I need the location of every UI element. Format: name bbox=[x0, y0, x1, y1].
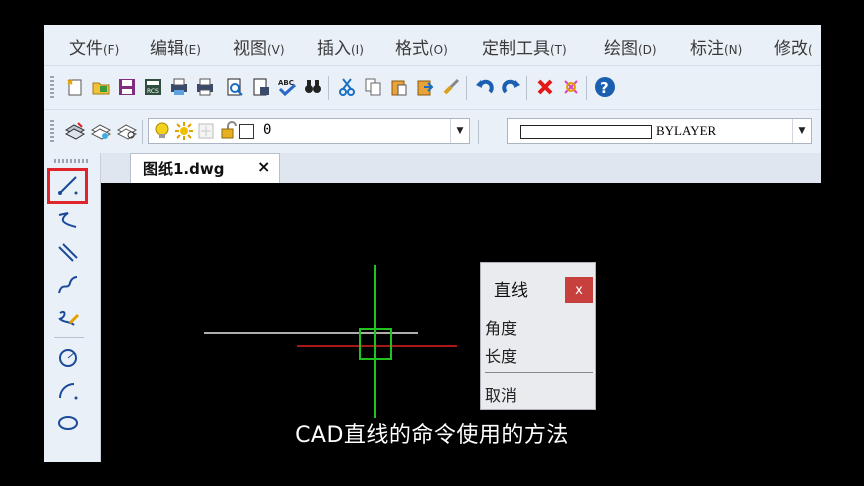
menu-tools-label: 定制工具 bbox=[482, 39, 550, 59]
layer-manager-icon[interactable] bbox=[64, 120, 86, 142]
paste-icon[interactable] bbox=[388, 76, 410, 98]
linetype-name: BYLAYER bbox=[656, 123, 717, 138]
layer-state-icon[interactable] bbox=[90, 120, 112, 142]
menu-dimension[interactable]: 标注(N) bbox=[690, 34, 742, 59]
document-tabs: 图纸1.dwg × bbox=[100, 153, 821, 184]
menu-tools-key: (T) bbox=[550, 43, 567, 57]
toolbar-grip[interactable] bbox=[50, 76, 54, 100]
print-icon[interactable] bbox=[194, 76, 216, 98]
chevron-down-icon[interactable]: ▼ bbox=[450, 119, 469, 143]
freehand-icon[interactable] bbox=[54, 304, 82, 330]
video-caption: CAD直线的命令使用的方法 bbox=[295, 423, 569, 448]
menu-dimension-label: 标注 bbox=[690, 39, 724, 59]
popup-item-cancel[interactable]: 取消 bbox=[485, 382, 517, 406]
menu-draw-key: (D) bbox=[638, 43, 657, 57]
menu-draw[interactable]: 绘图(D) bbox=[604, 34, 657, 59]
linetype-dropdown[interactable]: BYLAYER ▼ bbox=[507, 118, 812, 144]
toolbar-separator bbox=[478, 120, 479, 144]
menu-insert[interactable]: 插入(I) bbox=[317, 34, 364, 59]
recover-icon[interactable]: RCS bbox=[142, 76, 164, 98]
layer-previous-icon[interactable] bbox=[116, 120, 138, 142]
menu-format-key: (O) bbox=[429, 43, 448, 57]
unlock-icon[interactable] bbox=[219, 121, 237, 143]
spellcheck-icon[interactable]: ABC bbox=[276, 76, 298, 98]
menu-tools[interactable]: 定制工具(T) bbox=[482, 34, 567, 59]
match-icon[interactable] bbox=[414, 76, 436, 98]
svg-text:?: ? bbox=[600, 79, 609, 97]
double-line-icon[interactable] bbox=[54, 240, 82, 266]
toolbar-separator bbox=[526, 76, 527, 100]
spline-icon[interactable] bbox=[54, 272, 82, 298]
toolbar-separator bbox=[328, 76, 329, 100]
layer-name: 0 bbox=[263, 122, 272, 138]
menu-insert-label: 插入 bbox=[317, 39, 351, 59]
erase-icon[interactable] bbox=[560, 76, 582, 98]
menu-edit[interactable]: 编辑(E) bbox=[150, 34, 201, 59]
layer-dropdown[interactable]: 0 ▼ bbox=[148, 118, 470, 144]
copy-icon[interactable] bbox=[362, 76, 384, 98]
new-icon[interactable] bbox=[64, 76, 86, 98]
popup-separator bbox=[485, 372, 593, 373]
lightbulb-icon[interactable] bbox=[153, 122, 171, 144]
layer-color-swatch bbox=[239, 124, 254, 139]
cut-icon[interactable] bbox=[336, 76, 358, 98]
standard-toolbar: RCS ABC ? bbox=[44, 65, 821, 110]
layers-toolbar: 0 ▼ BYLAYER ▼ bbox=[44, 109, 821, 154]
arc-icon[interactable] bbox=[54, 377, 82, 403]
close-icon[interactable]: × bbox=[257, 157, 270, 176]
cad-window: 文件(F) 编辑(E) 视图(V) 插入(I) 格式(O) 定制工具(T) 绘图… bbox=[44, 25, 821, 462]
toolbar-grip[interactable] bbox=[54, 159, 88, 163]
tab-label: 图纸1.dwg bbox=[143, 160, 225, 178]
toolbar-grip[interactable] bbox=[50, 120, 54, 144]
menu-edit-label: 编辑 bbox=[150, 39, 184, 59]
menu-view-label: 视图 bbox=[233, 39, 267, 59]
polyline-icon[interactable] bbox=[54, 208, 82, 234]
open-icon[interactable] bbox=[90, 76, 112, 98]
svg-text:ABC: ABC bbox=[278, 79, 294, 87]
menu-modify[interactable]: 修改( bbox=[774, 34, 813, 59]
menu-file-key: (F) bbox=[103, 43, 120, 57]
toolbar-separator bbox=[54, 337, 84, 338]
menu-modify-label: 修改 bbox=[774, 39, 808, 59]
publish-icon[interactable] bbox=[250, 76, 272, 98]
redo-icon[interactable] bbox=[500, 76, 522, 98]
menu-bar: 文件(F) 编辑(E) 视图(V) 插入(I) 格式(O) 定制工具(T) 绘图… bbox=[44, 25, 821, 65]
menu-view-key: (V) bbox=[267, 43, 285, 57]
preview-icon[interactable] bbox=[224, 76, 246, 98]
close-icon[interactable]: x bbox=[565, 277, 593, 303]
menu-format-label: 格式 bbox=[395, 39, 429, 59]
plot-icon[interactable] bbox=[168, 76, 190, 98]
menu-file[interactable]: 文件(F) bbox=[69, 34, 119, 59]
chevron-down-icon[interactable]: ▼ bbox=[792, 119, 811, 143]
menu-modify-key: ( bbox=[808, 43, 813, 57]
linetype-preview bbox=[520, 125, 652, 139]
menu-file-label: 文件 bbox=[69, 39, 103, 59]
find-icon[interactable] bbox=[302, 76, 324, 98]
sun-icon[interactable] bbox=[175, 122, 193, 144]
freeze-viewport-icon[interactable] bbox=[197, 122, 215, 144]
menu-format[interactable]: 格式(O) bbox=[395, 34, 448, 59]
toolbar-separator bbox=[466, 76, 467, 100]
toolbar-separator bbox=[142, 120, 143, 144]
menu-edit-key: (E) bbox=[184, 43, 201, 57]
menu-dimension-key: (N) bbox=[724, 43, 743, 57]
tab-drawing1[interactable]: 图纸1.dwg × bbox=[130, 153, 280, 183]
draw-toolbar bbox=[44, 153, 101, 462]
undo-icon[interactable] bbox=[474, 76, 496, 98]
menu-insert-key: (I) bbox=[351, 43, 364, 57]
help-icon[interactable]: ? bbox=[594, 76, 616, 98]
circle-icon[interactable] bbox=[54, 345, 82, 371]
popup-item-length[interactable]: 长度 bbox=[485, 343, 517, 367]
popup-title: 直线 bbox=[494, 281, 528, 301]
save-icon[interactable] bbox=[116, 76, 138, 98]
popup-item-angle[interactable]: 角度 bbox=[485, 315, 517, 339]
menu-draw-label: 绘图 bbox=[604, 39, 638, 59]
menu-view[interactable]: 视图(V) bbox=[233, 34, 285, 59]
line-command-popup: 直线 x 角度 长度 取消 bbox=[480, 262, 596, 410]
svg-text:RCS: RCS bbox=[147, 88, 159, 95]
brush-icon[interactable] bbox=[440, 76, 462, 98]
toolbar-separator bbox=[586, 76, 587, 100]
delete-icon[interactable] bbox=[534, 76, 556, 98]
line-icon[interactable] bbox=[54, 172, 82, 198]
